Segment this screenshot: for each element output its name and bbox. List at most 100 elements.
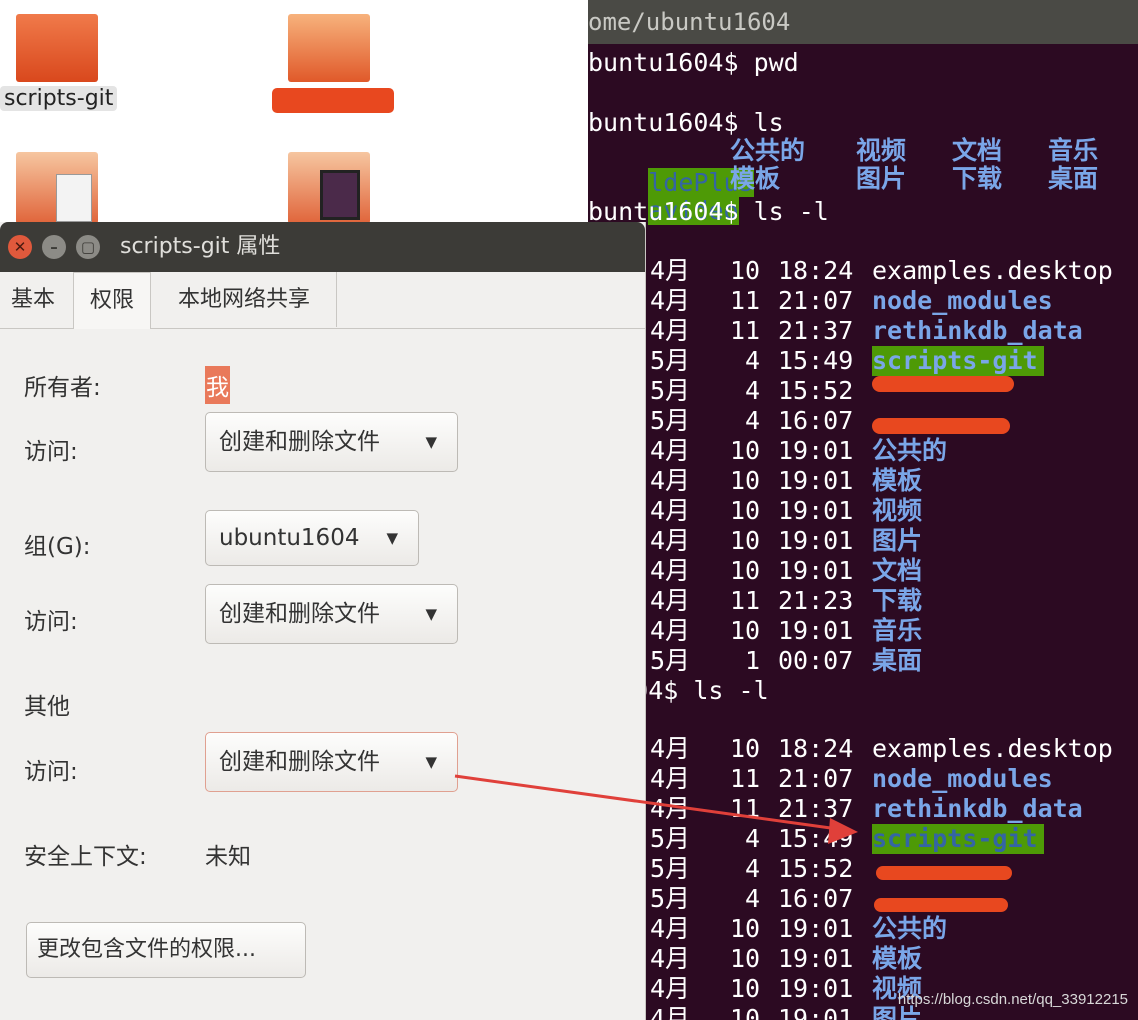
ls-month: 5月 — [650, 854, 691, 883]
ls-name: examples.desktop — [872, 734, 1113, 763]
owner-access-label: 访问: — [24, 439, 78, 465]
ls-month: 4月 — [650, 944, 691, 973]
ls-time: 19:01 — [778, 1004, 854, 1020]
ls-day: 10 — [730, 974, 761, 1003]
ls-time: 19:01 — [778, 974, 854, 1003]
ls-time: 19:01 — [778, 616, 854, 645]
ls-time: 16:07 — [778, 884, 854, 913]
ls-day: 11 — [730, 586, 761, 615]
maximize-button[interactable]: ▢ — [76, 235, 100, 259]
ls-day: 10 — [730, 734, 761, 763]
tab-bar: 基本 权限 本地网络共享 — [0, 272, 645, 329]
ls-day: 10 — [730, 256, 761, 285]
ls-month: 4月 — [650, 436, 691, 465]
folder-icon — [16, 14, 98, 82]
ls-month: 4月 — [650, 316, 691, 345]
ls-month: 5月 — [650, 884, 691, 913]
ls-day: 4 — [745, 884, 761, 913]
ls-month: 4月 — [650, 556, 691, 585]
ls-name: rethinkdb_data — [872, 316, 1083, 345]
ls-time: 15:49 — [778, 346, 854, 375]
ls-name: scripts-git — [872, 824, 1044, 854]
group-select[interactable]: ubuntu1604 ▼ — [205, 510, 419, 566]
ls-day: 10 — [730, 1004, 761, 1020]
owner-access-select[interactable]: 创建和删除文件 ▼ — [205, 412, 458, 472]
ls-name: scripts-git — [872, 346, 1044, 376]
ls-month: 5月 — [650, 824, 691, 853]
change-enclosed-permissions-button[interactable]: 更改包含文件的权限... — [26, 922, 306, 978]
ls-day: 11 — [730, 764, 761, 793]
tab-permissions[interactable]: 权限 — [73, 272, 151, 329]
ls-name: 模板 — [872, 944, 923, 973]
ls-name: 下载 — [872, 586, 923, 615]
group-label: 组(G): — [24, 534, 91, 560]
ls-day: 4 — [745, 854, 761, 883]
ls-name: 文档 — [872, 556, 923, 585]
group-access-select[interactable]: 创建和删除文件 ▼ — [205, 584, 458, 644]
owner-value: 我 — [205, 366, 230, 404]
ls-time: 19:01 — [778, 914, 854, 943]
ls-month: 4月 — [650, 1004, 691, 1020]
ls-name: 桌面 — [872, 646, 923, 675]
ls-time: 19:01 — [778, 944, 854, 973]
ls-name: examples.desktop — [872, 256, 1113, 285]
others-access-label: 访问: — [24, 759, 78, 785]
ls-day: 10 — [730, 914, 761, 943]
group-access-value: 创建和删除文件 — [219, 601, 380, 627]
ls-month: 4月 — [650, 586, 691, 615]
folder-templates[interactable] — [12, 148, 112, 226]
ls-name: 公共的 — [872, 914, 948, 943]
tab-network-share[interactable]: 本地网络共享 — [152, 272, 337, 327]
ls-name: rethinkdb_data — [872, 794, 1083, 823]
redacted-name — [872, 418, 1010, 434]
ls-grid-item: 视频 — [856, 136, 907, 165]
owner-access-value: 创建和删除文件 — [219, 429, 380, 455]
ls-month: 5月 — [650, 376, 691, 405]
document-icon — [56, 174, 92, 222]
others-access-select[interactable]: 创建和删除文件 ▼ — [205, 732, 458, 792]
redacted-label — [272, 88, 394, 113]
ls-grid-item: 下载 — [952, 164, 1003, 193]
chevron-down-icon: ▼ — [386, 529, 398, 547]
others-access-value: 创建和删除文件 — [219, 749, 380, 775]
ls-day: 4 — [745, 346, 761, 375]
ls-time: 15:49 — [778, 824, 854, 853]
ls-time: 21:37 — [778, 316, 854, 345]
ls-grid-item: 文档 — [952, 136, 1003, 165]
ls-month: 4月 — [650, 286, 691, 315]
ls-name: 模板 — [872, 466, 923, 495]
chevron-down-icon: ▼ — [425, 605, 437, 623]
ls-month: 4月 — [650, 466, 691, 495]
ls-day: 11 — [730, 286, 761, 315]
ls-month: 4月 — [650, 496, 691, 525]
folder-label-scripts-git: scripts-git — [0, 86, 118, 111]
ls-grid-item: 图片 — [856, 164, 907, 193]
close-button[interactable]: ✕ — [8, 235, 32, 259]
ls-day: 11 — [730, 316, 761, 345]
ls-day: 4 — [745, 376, 761, 405]
ls-time: 15:52 — [778, 376, 854, 405]
minimize-button[interactable]: – — [42, 235, 66, 259]
tab-basic[interactable]: 基本 — [0, 272, 66, 327]
ls-time: 19:01 — [778, 526, 854, 555]
ls-grid-item: 桌面 — [1048, 164, 1099, 193]
terminal-line: buntu1604$ pwd — [588, 48, 799, 77]
file-manager-view: scripts-git — [0, 0, 600, 225]
group-access-label: 访问: — [24, 609, 78, 635]
ls-month: 4月 — [650, 256, 691, 285]
ls-time: 00:07 — [778, 646, 854, 675]
ls-name: 图片 — [872, 526, 923, 555]
ls-grid-item: 模板 — [730, 164, 781, 193]
chevron-down-icon: ▼ — [425, 753, 437, 771]
ls-grid-item: 公共的 — [730, 136, 806, 165]
ls-day: 10 — [730, 436, 761, 465]
ls-day: 10 — [730, 466, 761, 495]
ls-name: 公共的 — [872, 436, 948, 465]
ls-time: 21:37 — [778, 794, 854, 823]
folder-videos[interactable] — [286, 148, 386, 226]
ls-day: 1 — [745, 646, 761, 675]
ls-name: 视频 — [872, 496, 923, 525]
ls-time: 15:52 — [778, 854, 854, 883]
terminal-window[interactable]: ome/ubuntu1604 buntu1604$ pwd buntu1604$… — [588, 0, 1138, 1020]
terminal-title: ome/ubuntu1604 — [588, 0, 1138, 44]
